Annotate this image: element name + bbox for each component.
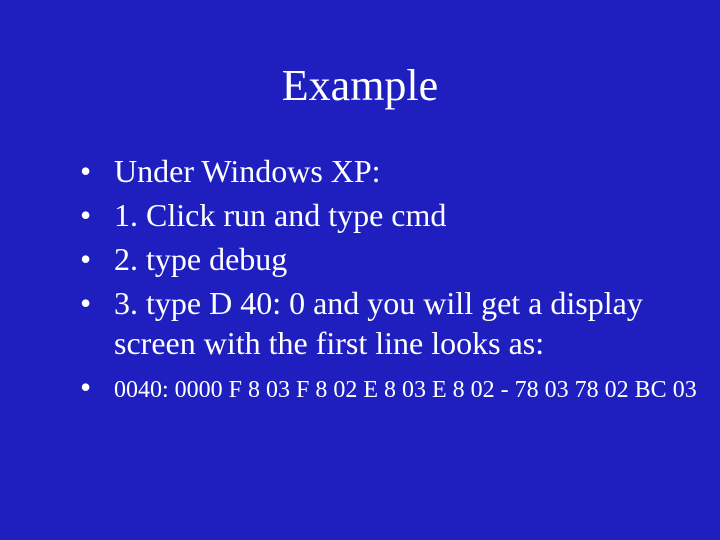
hex-dump-line: 0040: 0000 F 8 03 F 8 02 E 8 03 E 8 02 -… xyxy=(50,375,670,406)
list-item: 3. type D 40: 0 and you will get a displ… xyxy=(80,283,670,363)
list-item: 2. type debug xyxy=(80,239,670,279)
slide: Example Under Windows XP: 1. Click run a… xyxy=(0,0,720,540)
list-item: 1. Click run and type cmd xyxy=(80,195,670,235)
slide-title: Example xyxy=(50,60,670,111)
bullet-list: Under Windows XP: 1. Click run and type … xyxy=(50,151,670,363)
list-item: Under Windows XP: xyxy=(80,151,670,191)
